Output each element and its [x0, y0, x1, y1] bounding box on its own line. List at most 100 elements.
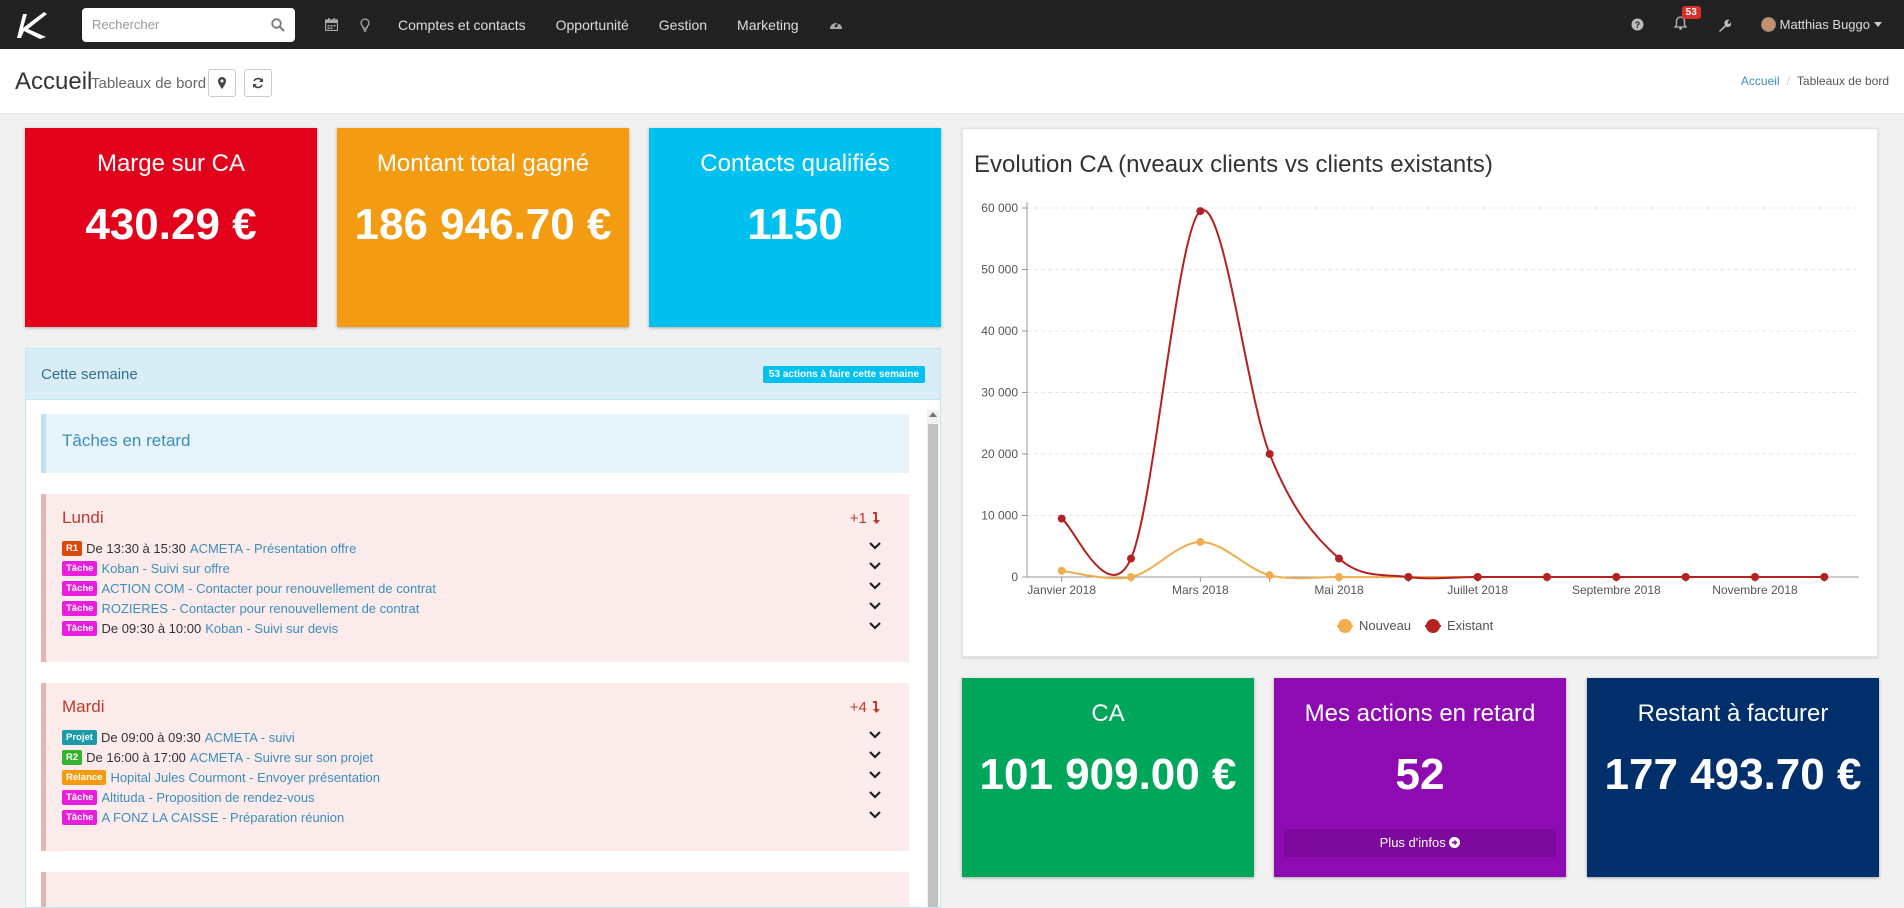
task-row: Tâche ACTION COM - Contacter pour renouv… [62, 578, 881, 598]
page-subtitle: Tableaux de bord [91, 75, 207, 92]
task-link[interactable]: ROZIERES - Contacter pour renouvellement… [101, 601, 419, 616]
pin-button[interactable] [208, 69, 236, 97]
chevron-down-icon[interactable] [869, 771, 881, 779]
week-panel: Cette semaine 53 actions à faire cette s… [25, 348, 941, 908]
day-next [41, 872, 909, 907]
nav-opportunite[interactable]: Opportunité [556, 17, 629, 33]
day-count[interactable]: +1 [850, 510, 881, 527]
task-link[interactable]: Altituda - Proposition de rendez-vous [101, 790, 314, 805]
task-row: R1 De 13:30 à 15:30 ACMETA - Présentatio… [62, 538, 881, 558]
task-link[interactable]: ACMETA - Suivre sur son projet [190, 750, 373, 765]
data-point-existant [1057, 514, 1066, 523]
dashboard-icon[interactable] [829, 18, 843, 31]
scroll-thumb[interactable] [928, 424, 938, 907]
data-point-existant [1612, 573, 1621, 581]
chevron-down-icon[interactable] [869, 622, 881, 630]
nav-marketing[interactable]: Marketing [737, 17, 798, 33]
data-point-nouveau [1127, 573, 1135, 581]
tile-restant: Restant à facturer 177 493.70 € [1587, 678, 1879, 877]
calendar-icon[interactable] [325, 18, 338, 31]
more-info-button[interactable]: Plus d'infos [1284, 829, 1556, 857]
data-point-existant [1127, 554, 1135, 563]
tile-contacts: Contacts qualifiés 1150 [649, 128, 941, 327]
tile-marge-title: Marge sur CA [96, 150, 246, 177]
legend-label: Existant [1447, 618, 1494, 633]
task-row: Tâche Koban - Suivi sur offre [62, 558, 881, 578]
y-tick-label: 20 000 [981, 447, 1018, 461]
chevron-down-icon[interactable] [869, 731, 881, 739]
x-tick-label: Novembre 2018 [1712, 583, 1798, 597]
day-name: Mardi [62, 697, 105, 716]
search-input[interactable] [92, 17, 252, 32]
task-time: De 16:00 à 17:00 [86, 749, 186, 765]
y-tick-label: 40 000 [981, 324, 1018, 338]
lightbulb-icon[interactable] [360, 17, 370, 32]
y-tick-label: 0 [1011, 570, 1018, 584]
logo[interactable] [14, 0, 64, 49]
tile-montant: Montant total gagné 186 946.70 € [337, 128, 629, 327]
day-mardi: Mardi +4 Projet De 09:00 à 09:30 ACMETA … [41, 683, 909, 851]
data-point-existant [1196, 207, 1205, 216]
day-count[interactable]: +4 [850, 699, 881, 716]
task-link[interactable]: Koban - Suivi sur devis [205, 621, 338, 636]
chevron-down-icon[interactable] [869, 582, 881, 590]
task-row: Relance Hopital Jules Courmont - Envoyer… [62, 767, 881, 787]
legend-label: Nouveau [1359, 618, 1411, 633]
task-link[interactable]: ACTION COM - Contacter pour renouvelleme… [101, 581, 436, 596]
more-info-label: Plus d'infos [1379, 835, 1446, 850]
wrench-icon[interactable] [1717, 18, 1731, 32]
tile-retard-title: Mes actions en retard [1304, 700, 1536, 727]
data-point-nouveau [1196, 537, 1205, 546]
chevron-down-icon[interactable] [869, 602, 881, 610]
avatar [1760, 17, 1776, 32]
notifications-button[interactable]: 53 [1673, 6, 1701, 33]
task-tag: Projet [62, 729, 97, 745]
data-point-existant [1820, 573, 1829, 581]
task-link[interactable]: ACMETA - suivi [205, 730, 295, 745]
late-tasks-callout[interactable]: Tâches en retard [41, 414, 909, 473]
week-header: Cette semaine 53 actions à faire cette s… [26, 349, 940, 400]
page-header: Accueil Tableaux de bord Accueil / Tableau… [0, 49, 1904, 114]
top-navbar: Comptes et contacts Opportunité Gestion … [0, 0, 1904, 49]
task-link[interactable]: Koban - Suivi sur offre [101, 561, 229, 576]
task-tag: Relance [62, 769, 107, 785]
task-row: R2 De 16:00 à 17:00 ACMETA - Suivre sur … [62, 747, 881, 767]
task-time: De 09:00 à 09:30 [100, 729, 201, 745]
y-tick-label: 10 000 [981, 509, 1018, 523]
task-link[interactable]: Hopital Jules Courmont - Envoyer présent… [110, 770, 380, 785]
task-row: Tâche A FONZ LA CAISSE - Préparation réu… [62, 807, 881, 827]
chevron-down-icon[interactable] [869, 562, 881, 570]
notifications-badge: 53 [1681, 6, 1701, 19]
search-icon[interactable] [271, 17, 285, 32]
tile-contacts-title: Contacts qualifiés [700, 150, 890, 177]
task-link[interactable]: ACMETA - Présentation offre [190, 541, 356, 556]
week-scrollbar[interactable] [927, 410, 939, 907]
y-tick-label: 60 000 [981, 201, 1018, 215]
x-tick-label: Juillet 2018 [1447, 583, 1508, 597]
scroll-up-arrow[interactable] [929, 412, 937, 417]
breadcrumb-home[interactable]: Accueil [1741, 74, 1780, 88]
task-link[interactable]: A FONZ LA CAISSE - Préparation réunion [101, 810, 344, 825]
series-line-existant [1061, 209, 1825, 580]
task-row: Projet De 09:00 à 09:30 ACMETA - suivi [62, 727, 881, 747]
user-menu[interactable]: Matthias Buggo [1760, 17, 1882, 32]
chevron-down-icon[interactable] [869, 542, 881, 550]
chevron-down-icon[interactable] [869, 811, 881, 819]
day-name: Lundi [62, 508, 104, 527]
chevron-down-icon[interactable] [869, 791, 881, 799]
y-tick-label: 30 000 [981, 386, 1018, 400]
task-tag: Tâche [62, 600, 98, 616]
caret-down-icon [1874, 22, 1882, 27]
search-box[interactable] [82, 7, 295, 42]
tile-restant-title: Restant à facturer [1637, 700, 1829, 727]
nav-gestion[interactable]: Gestion [659, 17, 707, 33]
chevron-down-icon[interactable] [869, 751, 881, 759]
day-lundi: Lundi +1 R1 De 13:30 à 15:30 ACMETA - Pr… [41, 494, 909, 662]
data-point-existant [1265, 450, 1274, 458]
nav-comptes-contacts[interactable]: Comptes et contacts [398, 17, 526, 33]
logo-icon [17, 11, 47, 39]
tile-ca-title: CA [1091, 700, 1125, 727]
help-icon[interactable]: ? [1631, 18, 1644, 31]
refresh-button[interactable] [244, 69, 272, 97]
level-down-icon [873, 512, 880, 524]
